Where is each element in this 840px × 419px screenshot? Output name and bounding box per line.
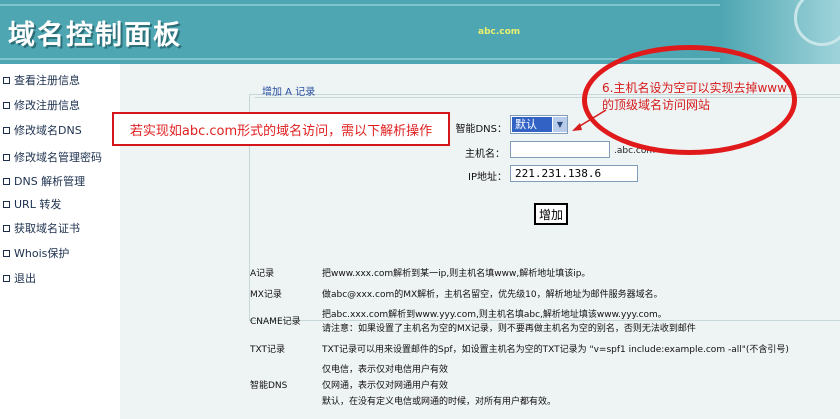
- help-label-smart-dns: 智能DNS: [250, 381, 288, 391]
- help-text: TXT记录可以用来设置邮件的Spf，如设置主机名为空的TXT记录为 "v=spf…: [322, 345, 789, 355]
- help-text: 仅电信，表示仅对电信用户有效: [322, 365, 449, 375]
- help-label-cname: CNAME记录: [250, 317, 301, 327]
- help-text: 请注意：如果设置了主机名为空的MX记录，则不要再做主机名为空的别名，否则无法收到…: [322, 324, 696, 334]
- help-text: 做abc@xxx.com的MX解析，主机名留空，优先级10，解析地址为邮件服务器…: [322, 290, 663, 300]
- help-text: 仅网通，表示仅对网通用户有效: [322, 381, 449, 391]
- help-label-a: A记录: [250, 269, 275, 279]
- help-label-mx: MX记录: [250, 290, 282, 300]
- help-label-txt: TXT记录: [250, 345, 286, 355]
- help-text: 把abc.xxx.com解析到www.yyy.com,则主机名填abc,解析地址…: [322, 310, 667, 320]
- annotation-arrow-icon: [572, 109, 607, 131]
- help-text: 默认，在没有定义电信或网通的时候，对所有用户都有效。: [322, 397, 557, 407]
- help-text: 把www.xxx.com解析到某一ip,则主机名填www,解析地址填该ip。: [322, 269, 591, 279]
